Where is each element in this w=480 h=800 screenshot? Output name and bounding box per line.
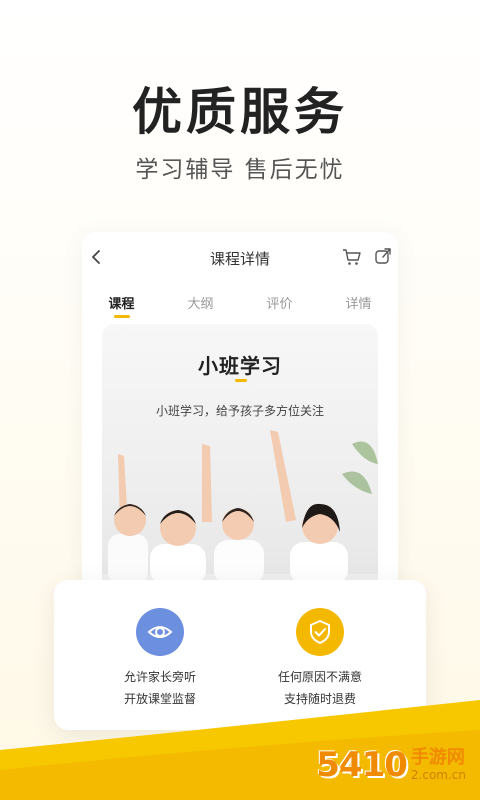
title-underline (235, 379, 247, 382)
watermark-domain: 2.com.cn (410, 768, 466, 782)
hero-subtitle: 学习辅导 售后无忧 (135, 157, 345, 183)
tab-bar: 课程 大纲 评价 详情 (82, 290, 398, 320)
feature-line: 允许家长旁听 (123, 670, 196, 684)
classroom-photo (102, 430, 378, 592)
tab-outline[interactable]: 大纲 (161, 290, 240, 320)
content-description: 小班学习，给予孩子多方位关注 (155, 404, 324, 418)
eye-icon (136, 608, 184, 656)
feature-line: 任何原因不满意 (277, 670, 362, 684)
site-watermark: 5410 手游网 2.com.cn (316, 742, 466, 788)
phone-preview-card: 课程详情 课程 大纲 评价 详情 小班学习 小班学习，给予孩子多方位关注 (82, 232, 398, 592)
watermark-name: 手游网 (410, 747, 465, 768)
share-icon[interactable] (374, 247, 392, 265)
tab-details[interactable]: 详情 (319, 290, 398, 320)
tab-course[interactable]: 课程 (82, 290, 161, 320)
nav-bar: 课程详情 (82, 232, 398, 284)
tab-reviews[interactable]: 评价 (240, 290, 319, 320)
cart-icon[interactable] (342, 247, 362, 267)
hero-title: 优质服务 (132, 83, 348, 141)
content-title: 小班学习 (198, 354, 282, 378)
shield-check-icon (296, 608, 344, 656)
course-content-card: 小班学习 小班学习，给予孩子多方位关注 (102, 324, 378, 592)
watermark-number: 5410 (316, 745, 408, 785)
